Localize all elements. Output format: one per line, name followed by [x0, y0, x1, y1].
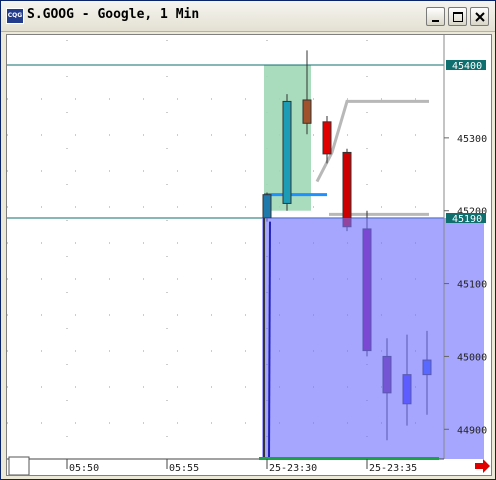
candle-body[interactable] — [342, 151, 352, 228]
minimize-icon — [432, 20, 439, 22]
corner-box[interactable] — [8, 456, 30, 475]
candle-body[interactable] — [282, 100, 292, 204]
time-tick-label: 05:50 — [69, 463, 99, 474]
entry-marker-line — [268, 221, 271, 460]
price-marker-label: 45190 — [452, 214, 482, 225]
price-tick-label: 44900 — [457, 425, 487, 436]
candle-body[interactable] — [302, 99, 312, 124]
maximize-icon — [453, 12, 463, 22]
candle-body[interactable] — [322, 121, 332, 155]
close-icon — [475, 12, 485, 22]
close-button[interactable] — [470, 7, 489, 26]
price-marker-label: 45400 — [452, 61, 482, 72]
candle-body[interactable] — [262, 194, 272, 219]
price-tick-label: 45000 — [457, 352, 487, 363]
cqg-logo-icon[interactable]: CQG — [6, 8, 24, 24]
chart-area[interactable]: 45300 45200 45100 45000 44900 45400 45190 05:50… — [6, 34, 492, 476]
window-title: S.GOOG - Google, 1 Min — [27, 7, 200, 22]
price-tick-label: 45300 — [457, 134, 487, 145]
time-tick-label: 25-23:30 — [269, 463, 317, 474]
session-bar — [259, 457, 439, 460]
minimize-button[interactable] — [426, 7, 445, 26]
chart-window: CQG S.GOOG - Google, 1 Min 45300 45200 451… — [0, 0, 496, 480]
title-bar[interactable]: CQG S.GOOG - Google, 1 Min — [1, 1, 495, 32]
maximize-button[interactable] — [448, 7, 467, 26]
blue-zone — [262, 218, 484, 475]
time-tick-label: 25-23:35 — [369, 463, 417, 474]
price-chart[interactable]: 4530045200451004500044900454004519005:50… — [7, 35, 492, 476]
price-tick-label: 45100 — [457, 280, 487, 291]
time-tick-label: 05:55 — [169, 463, 199, 474]
